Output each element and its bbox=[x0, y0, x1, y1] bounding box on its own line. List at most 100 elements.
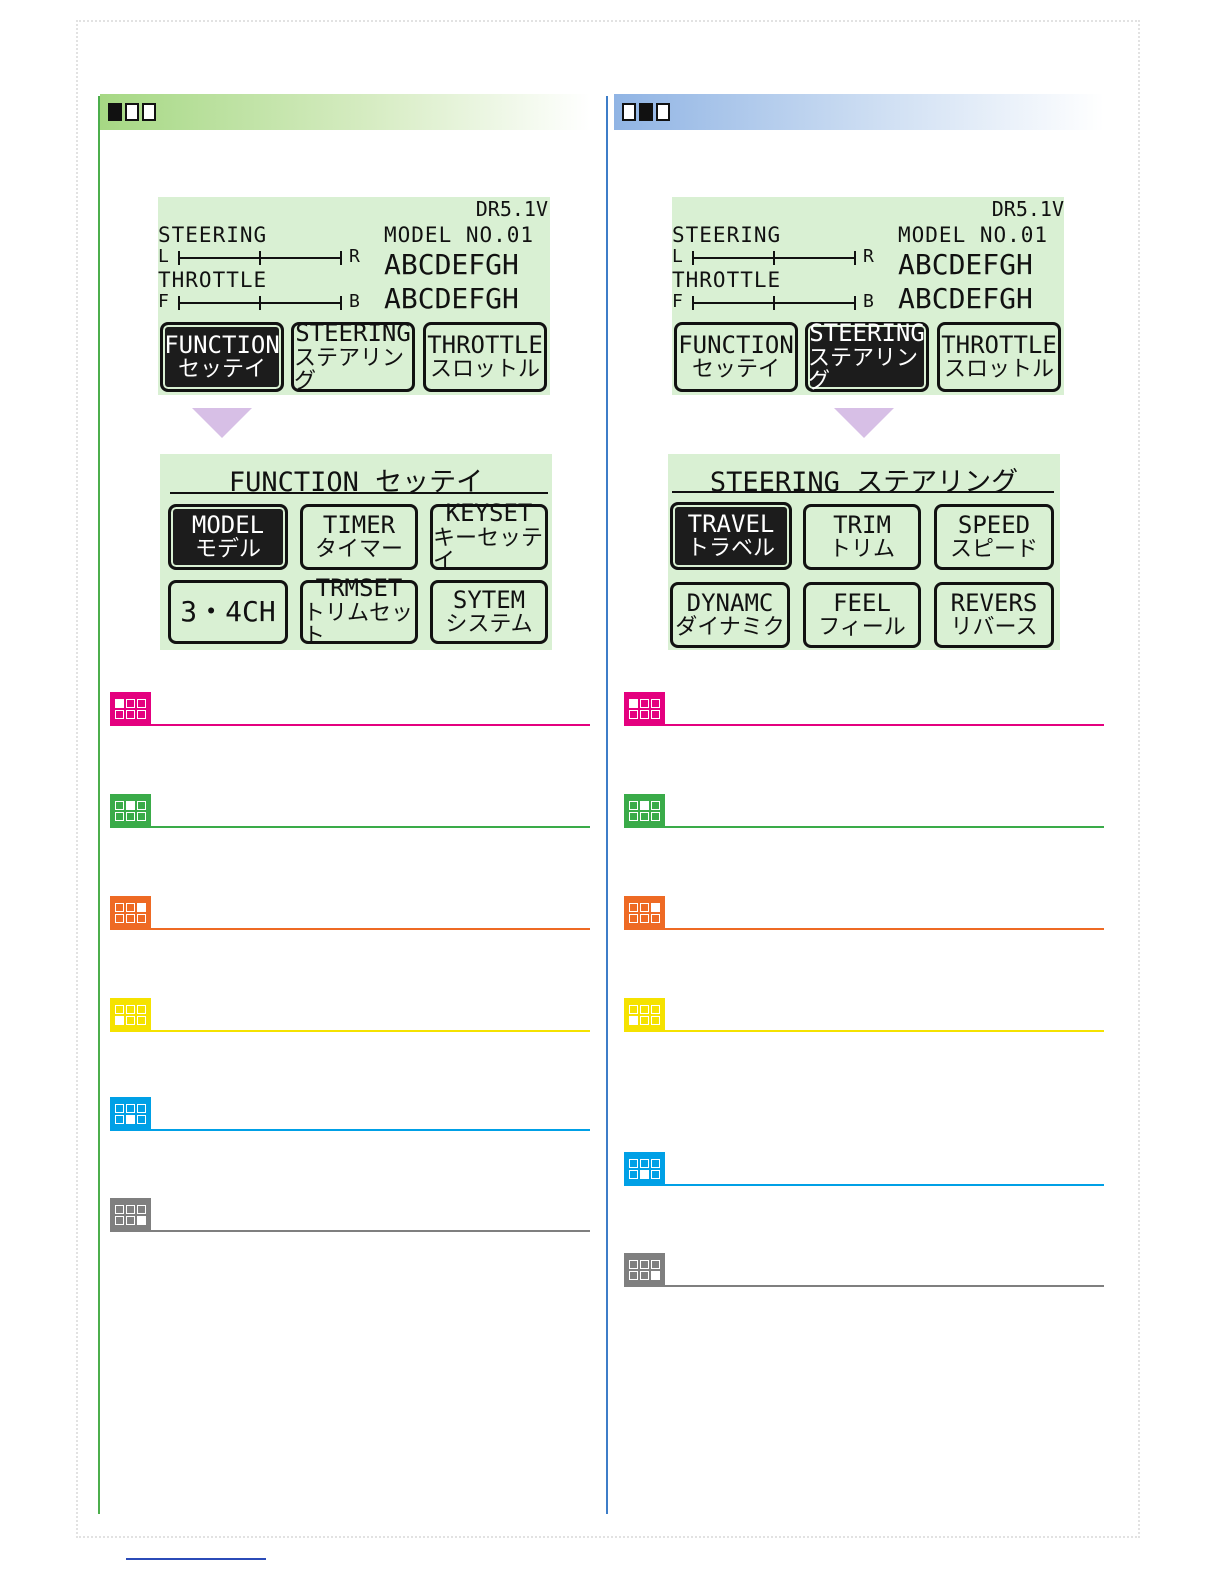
button-sublabel: トリムセット bbox=[303, 600, 414, 649]
model-name-line-1: ABCDEFGH bbox=[898, 248, 1033, 281]
button-sublabel: スピード bbox=[949, 537, 1038, 563]
section-rule bbox=[151, 1230, 590, 1232]
throttle-left-label: F bbox=[672, 291, 683, 312]
indicator-square bbox=[125, 103, 139, 121]
section-grid-icon bbox=[110, 998, 151, 1032]
dynamic-button[interactable]: DYNAMC ダイナミク bbox=[670, 582, 790, 648]
steering-button[interactable]: STEERING ステアリング bbox=[291, 319, 415, 393]
section-grid-icon bbox=[624, 1253, 665, 1287]
model-name-line-2: ABCDEFGH bbox=[384, 282, 519, 315]
button-label: STEERING bbox=[809, 319, 925, 348]
button-sublabel: システム bbox=[445, 612, 533, 638]
trmset-button[interactable]: TRMSET トリムセット bbox=[300, 576, 418, 648]
section-grid-icon bbox=[110, 692, 151, 726]
steering-right-label: R bbox=[863, 246, 874, 267]
left-section-header bbox=[100, 94, 590, 130]
timer-button[interactable]: TIMER タイマー bbox=[300, 504, 418, 570]
speed-button[interactable]: SPEED スピード bbox=[934, 504, 1054, 570]
model-number: MODEL NO.01 bbox=[384, 223, 535, 247]
button-sublabel: スロットル bbox=[943, 357, 1054, 383]
button-label: FEEL bbox=[833, 588, 891, 617]
button-label: KEYSET bbox=[445, 499, 533, 528]
button-label: SPEED bbox=[957, 510, 1031, 539]
main-lcd-screen: DR5.1V STEERING L R THROTTLE F B MODEL N… bbox=[158, 197, 550, 395]
button-label: REVERS bbox=[950, 588, 1038, 617]
section-rule bbox=[665, 1030, 1104, 1032]
steering-right-label: R bbox=[349, 246, 360, 267]
button-sublabel: トラベル bbox=[686, 536, 775, 562]
section-marker bbox=[624, 1253, 1104, 1287]
button-sublabel: フィール bbox=[818, 615, 906, 641]
section-rule bbox=[665, 928, 1104, 930]
section-rule bbox=[665, 724, 1104, 726]
button-label: DYNAMC bbox=[686, 588, 774, 617]
model-button[interactable]: MODEL モデル bbox=[168, 504, 288, 570]
3-4ch-button[interactable]: 3・4CH bbox=[168, 580, 288, 644]
footer-link-underline bbox=[126, 1558, 266, 1560]
feel-button[interactable]: FEEL フィール bbox=[803, 582, 921, 648]
throttle-right-label: B bbox=[349, 291, 360, 312]
throttle-left-label: F bbox=[158, 291, 169, 312]
function-button[interactable]: FUNCTION セッテイ bbox=[674, 322, 798, 392]
throttle-button[interactable]: THROTTLE スロットル bbox=[937, 322, 1061, 392]
keyset-button[interactable]: KEYSET キーセッテイ bbox=[430, 499, 548, 573]
section-marker bbox=[110, 1097, 590, 1131]
button-label: TIMER bbox=[322, 510, 396, 539]
section-marker bbox=[110, 1198, 590, 1232]
steering-slider bbox=[692, 251, 856, 265]
section-rule bbox=[151, 724, 590, 726]
section-rule bbox=[151, 1129, 590, 1131]
throttle-slider bbox=[692, 296, 856, 310]
menu-title-rule bbox=[170, 492, 548, 494]
menu-title-rule bbox=[672, 491, 1054, 493]
throttle-button[interactable]: THROTTLE スロットル bbox=[423, 322, 547, 392]
section-rule bbox=[151, 928, 590, 930]
button-label: 3・4CH bbox=[180, 595, 276, 629]
steering-slider bbox=[178, 251, 342, 265]
indicator-square bbox=[622, 103, 636, 121]
model-name-line-2: ABCDEFGH bbox=[898, 282, 1033, 315]
section-grid-icon bbox=[624, 794, 665, 828]
travel-button[interactable]: TRAVEL トラベル bbox=[670, 502, 792, 570]
main-lcd-screen: DR5.1V STEERING L R THROTTLE F B MODEL N… bbox=[672, 197, 1064, 395]
button-label: MODEL bbox=[191, 510, 265, 539]
left-column-rule bbox=[98, 96, 100, 1514]
throttle-label: THROTTLE bbox=[672, 268, 782, 292]
section-grid-icon bbox=[110, 896, 151, 930]
steering-label: STEERING bbox=[158, 223, 268, 247]
section-grid-icon bbox=[110, 1198, 151, 1232]
right-column-rule bbox=[606, 96, 608, 1514]
button-label: FUNCTION bbox=[164, 330, 280, 359]
down-arrow-icon bbox=[834, 408, 894, 438]
button-label: THROTTLE bbox=[427, 330, 543, 359]
function-menu-screen: FUNCTION セッテイ MODEL モデル TIMER タイマー KEYSE… bbox=[160, 454, 552, 650]
function-button[interactable]: FUNCTION セッテイ bbox=[160, 322, 284, 392]
trim-button[interactable]: TRIM トリム bbox=[803, 504, 921, 570]
model-number: MODEL NO.01 bbox=[898, 223, 1049, 247]
version-label: DR5.1V bbox=[475, 197, 548, 221]
section-rule bbox=[151, 1030, 590, 1032]
button-sublabel: ダイナミク bbox=[675, 615, 785, 641]
section-rule bbox=[151, 826, 590, 828]
steering-left-label: L bbox=[672, 246, 683, 267]
reverse-button[interactable]: REVERS リバース bbox=[934, 582, 1054, 648]
button-sublabel: モデル bbox=[194, 537, 261, 563]
button-label: TRAVEL bbox=[687, 509, 775, 538]
section-grid-icon bbox=[110, 1097, 151, 1131]
button-label: TRIM bbox=[833, 510, 891, 539]
system-button[interactable]: SYTEM システム bbox=[430, 580, 548, 644]
button-label: STEERING bbox=[295, 319, 411, 348]
model-name-line-1: ABCDEFGH bbox=[384, 248, 519, 281]
section-marker bbox=[110, 998, 590, 1032]
section-marker bbox=[624, 896, 1104, 930]
section-rule bbox=[665, 1184, 1104, 1186]
section-rule bbox=[665, 1285, 1104, 1287]
indicator-square bbox=[142, 103, 156, 121]
button-label: FUNCTION bbox=[678, 330, 794, 359]
section-marker bbox=[624, 794, 1104, 828]
button-label: THROTTLE bbox=[941, 330, 1057, 359]
throttle-right-label: B bbox=[863, 291, 874, 312]
steering-left-label: L bbox=[158, 246, 169, 267]
button-sublabel: タイマー bbox=[314, 537, 403, 563]
steering-button[interactable]: STEERING ステアリング bbox=[805, 319, 929, 393]
